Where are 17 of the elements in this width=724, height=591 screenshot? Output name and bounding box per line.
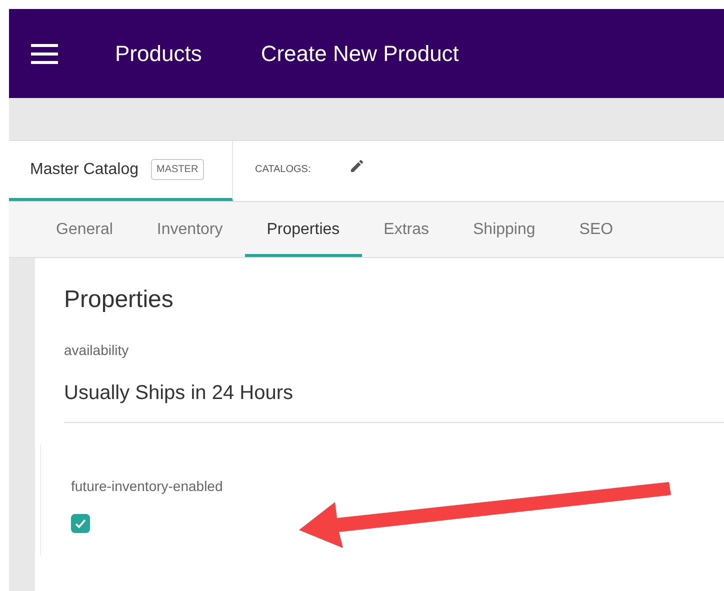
tab[interactable]: General [34, 202, 135, 257]
pencil-icon[interactable] [350, 160, 363, 172]
field-label: future-inventory-enabled [71, 478, 224, 494]
tab[interactable]: Shipping [451, 202, 558, 257]
menu-icon[interactable] [31, 44, 58, 64]
checkbox[interactable] [71, 514, 90, 533]
tab[interactable]: Properties [244, 202, 362, 257]
field-label: availability [64, 342, 130, 358]
catalog-badge: MASTER [150, 159, 204, 180]
breadcrumb-link[interactable]: Products [115, 40, 202, 66]
field-value: Usually Ships in 24 Hours [64, 382, 724, 423]
catalogs-label: CATALOGS: [255, 164, 311, 174]
tab[interactable]: Extras [362, 202, 451, 257]
breadcrumb-link[interactable]: Create New Product [260, 40, 459, 66]
section-title: Properties [64, 286, 174, 314]
tab[interactable]: Inventory [134, 202, 245, 257]
tab[interactable]: SEO [557, 202, 636, 257]
